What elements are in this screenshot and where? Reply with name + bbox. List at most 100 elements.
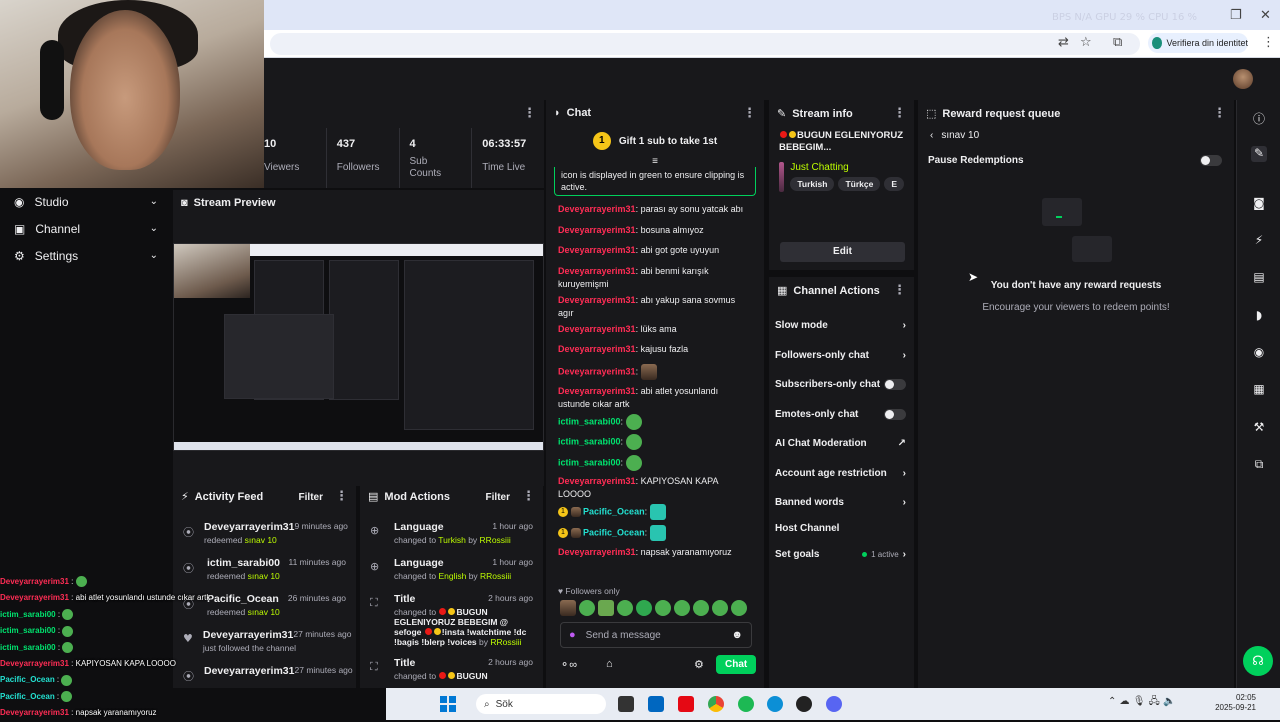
mod-item: ⛶ Title 2 hours ago changed to BUGUN [360,653,543,688]
store-icon[interactable]: ⌂ [606,658,613,670]
netflix-icon[interactable] [678,696,694,712]
more-options-icon[interactable]: ⋮ [893,105,906,121]
chat-username[interactable]: Deveyarrayerim31 [558,386,636,396]
action-set-goals[interactable]: Set goals 1 active › [769,540,914,570]
reward-back-button[interactable]: ‹ sınav 10 [918,126,1234,145]
chat-username[interactable]: Deveyarrayerim31 [558,295,636,305]
tag-chip[interactable]: E [884,177,904,191]
help-headset-button[interactable]: ☊ [1243,646,1273,676]
action-subscribers-only[interactable]: Subscribers-only chat [769,370,914,400]
chat-username[interactable]: Deveyarrayerim31 [558,476,636,486]
category-link[interactable]: Just Chatting [790,162,904,173]
task-view-icon[interactable] [618,696,634,712]
chat-username[interactable]: ictim_sarabi00 [558,437,621,447]
action-followers-only[interactable]: Followers-only chat › [769,341,914,371]
nav-settings[interactable]: ⚙ Settings ⌄ [0,242,172,269]
filter-icon[interactable]: ≡ [546,156,764,167]
emote-picker-icon[interactable]: ☻ [731,629,743,641]
info-icon[interactable]: ⓘ [1251,110,1267,126]
wrench-icon[interactable]: ⚒ [1251,420,1267,436]
system-tray[interactable]: ⌃ ☁ 🎙 🖧 🔈 [1108,694,1175,711]
emote-bar[interactable] [560,600,747,616]
more-options-icon[interactable]: ⋮ [1213,105,1226,121]
obs-icon[interactable] [796,696,812,712]
subscribers-only-toggle[interactable] [884,379,906,391]
chat-username[interactable]: Deveyarrayerim31 [558,366,636,376]
gift-sub-banner[interactable]: 1 Gift 1 sub to take 1st [546,126,764,156]
camera-icon[interactable]: ◙ [1251,196,1267,212]
nav-channel[interactable]: ▣ Channel ⌄ [0,215,172,242]
translate-icon[interactable]: ⇄ [1058,35,1069,50]
chat-send-button[interactable]: Chat [716,655,757,674]
mod-filter-button[interactable]: Filter [486,492,510,503]
tag-chip[interactable]: Turkish [790,177,835,191]
emote-image [75,576,87,588]
chat-message: ictim_sarabi00: [546,452,764,473]
emote-image [625,434,642,451]
more-options-icon[interactable]: ⋮ [523,105,536,121]
title-edit-icon: ⛶ [370,660,378,673]
pause-redemptions-toggle[interactable] [1200,155,1222,166]
verify-identity-button[interactable]: Verifiera din identitet [1148,33,1248,53]
chat-username[interactable]: ictim_sarabi00 [558,457,621,467]
chat-username[interactable]: ictim_sarabi00 [558,416,621,426]
chat-username[interactable]: Deveyarrayerim31 [558,324,636,334]
activity-filter-button[interactable]: Filter [299,492,323,503]
chrome-icon[interactable] [708,696,724,712]
chat-settings-icon[interactable]: ⚙ [694,658,704,671]
emote-image [625,454,642,471]
lightning-icon[interactable]: ⚡ [1251,233,1267,249]
more-options-icon[interactable]: ⋮ [743,105,756,121]
chat-username[interactable]: Deveyarrayerim31 [558,266,636,276]
webcam-overlay [0,0,264,188]
chat-username[interactable]: Pacific_Ocean [583,507,645,517]
action-slow-mode[interactable]: Slow mode › [769,311,914,341]
globe-icon: ⊕ [370,560,380,573]
windows-start-icon[interactable] [440,696,456,712]
tag-chip[interactable]: Türkçe [838,177,881,191]
channel-points-icon[interactable]: ⚬∞ [560,658,577,671]
emotes-only-toggle[interactable] [884,408,906,420]
more-options-icon[interactable]: ⋮ [335,488,348,503]
chat-icon[interactable]: ◗ [1251,308,1267,324]
url-field[interactable] [270,33,1140,55]
action-banned-words[interactable]: Banned words › [769,488,914,518]
window-close-icon[interactable]: ✕ [1260,8,1271,23]
search-icon: ⌕ [484,698,490,710]
nav-studio[interactable]: ◉ Studio ⌄ [0,188,172,215]
broadcast-icon[interactable]: ◉ [1251,345,1267,361]
pencil-icon[interactable]: ✎ [1251,146,1267,162]
bookmark-star-icon[interactable]: ☆ [1080,35,1092,50]
edge-icon[interactable] [767,696,783,712]
taskbar-search[interactable]: ⌕ Sök [476,694,606,714]
discord-icon[interactable] [826,696,842,712]
chat-username[interactable]: Deveyarrayerim31 [558,245,636,255]
action-emotes-only[interactable]: Emotes-only chat [769,400,914,430]
window-restore-icon[interactable]: ❐ [1230,8,1242,23]
extensions-icon[interactable]: ⧉ [1113,35,1122,50]
chat-username[interactable]: Pacific_Ocean [583,527,645,537]
browser-menu-icon[interactable]: ⋮ [1262,35,1275,50]
chat-username[interactable]: Deveyarrayerim31 [558,344,636,354]
taskbar-clock[interactable]: 02:05 2025-09-21 [1208,693,1256,713]
action-host-channel[interactable]: Host Channel [769,518,914,540]
chat-username[interactable]: Deveyarrayerim31 [558,204,636,214]
chat-message: Deveyarrayerim31: kajusu fazla [558,344,689,355]
action-account-age[interactable]: Account age restriction › [769,459,914,489]
chat-username[interactable]: Deveyarrayerim31 [558,547,636,557]
user-avatar[interactable] [1233,69,1253,89]
microphone-icon[interactable]: ● [569,629,576,641]
more-options-icon[interactable]: ⋮ [522,488,535,503]
layout-icon[interactable]: ▦ [1251,382,1267,398]
extensions-icon[interactable]: ⧉ [1251,457,1267,473]
spotify-icon[interactable] [738,696,754,712]
stream-preview-video[interactable] [173,243,544,451]
chat-input[interactable]: ● Send a message ☻ [560,622,752,648]
chat-username[interactable]: Deveyarrayerim31 [558,225,636,235]
action-ai-moderation[interactable]: AI Chat Moderation ↗ [769,429,914,459]
more-options-icon[interactable]: ⋮ [893,282,906,298]
emote-image [62,609,74,621]
store-app-icon[interactable] [648,696,664,712]
edit-stream-info-button[interactable]: Edit [780,242,905,262]
list-icon[interactable]: ▤ [1251,270,1267,286]
